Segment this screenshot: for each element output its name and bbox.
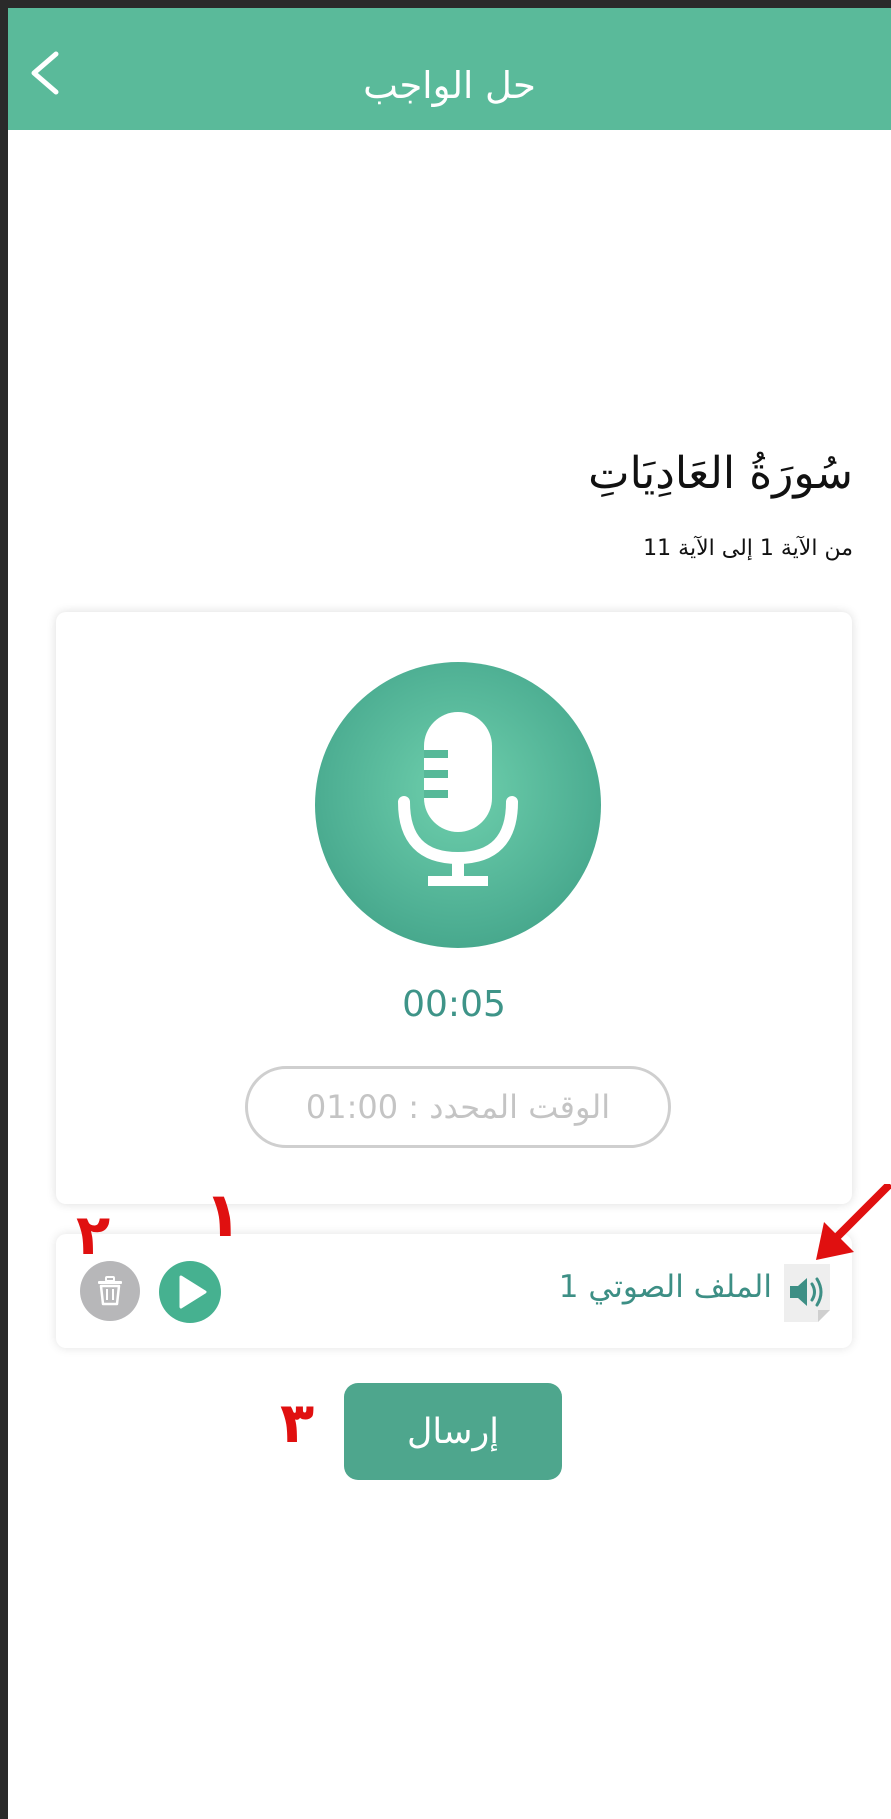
audio-file-row: الملف الصوتي 1 [56, 1234, 852, 1348]
delete-button[interactable] [80, 1261, 140, 1321]
audio-file-icon[interactable] [780, 1260, 834, 1324]
play-button[interactable] [159, 1261, 221, 1323]
play-icon [179, 1275, 207, 1309]
annotation-arrow-icon [816, 1184, 891, 1260]
record-button[interactable] [315, 662, 601, 948]
annotation-label-2: ٢ [76, 1203, 111, 1268]
time-limit-badge: الوقت المحدد : 01:00 [245, 1066, 671, 1148]
trash-icon [98, 1276, 122, 1306]
page-title: حل الواجب [363, 64, 536, 107]
surah-title: سُورَةُ العَادِيَاتِ [588, 448, 853, 499]
audio-file-name: الملف الصوتي 1 [558, 1269, 772, 1305]
app-header: حل الواجب [8, 8, 891, 130]
recording-timer: 00:05 [402, 984, 506, 1025]
microphone-icon [398, 712, 518, 886]
recorder-card: 00:05 الوقت المحدد : 01:00 [56, 612, 852, 1204]
send-button[interactable]: إرسال [344, 1383, 562, 1480]
time-limit-label: الوقت المحدد : 01:00 [305, 1088, 611, 1126]
ayah-range: من الآية 1 إلى الآية 11 [643, 536, 853, 561]
screen: حل الواجب سُورَةُ العَادِيَاتِ من الآية … [8, 8, 891, 1819]
annotation-label-3: ٣ [280, 1391, 315, 1456]
annotation-label-1: ١ [204, 1178, 242, 1251]
